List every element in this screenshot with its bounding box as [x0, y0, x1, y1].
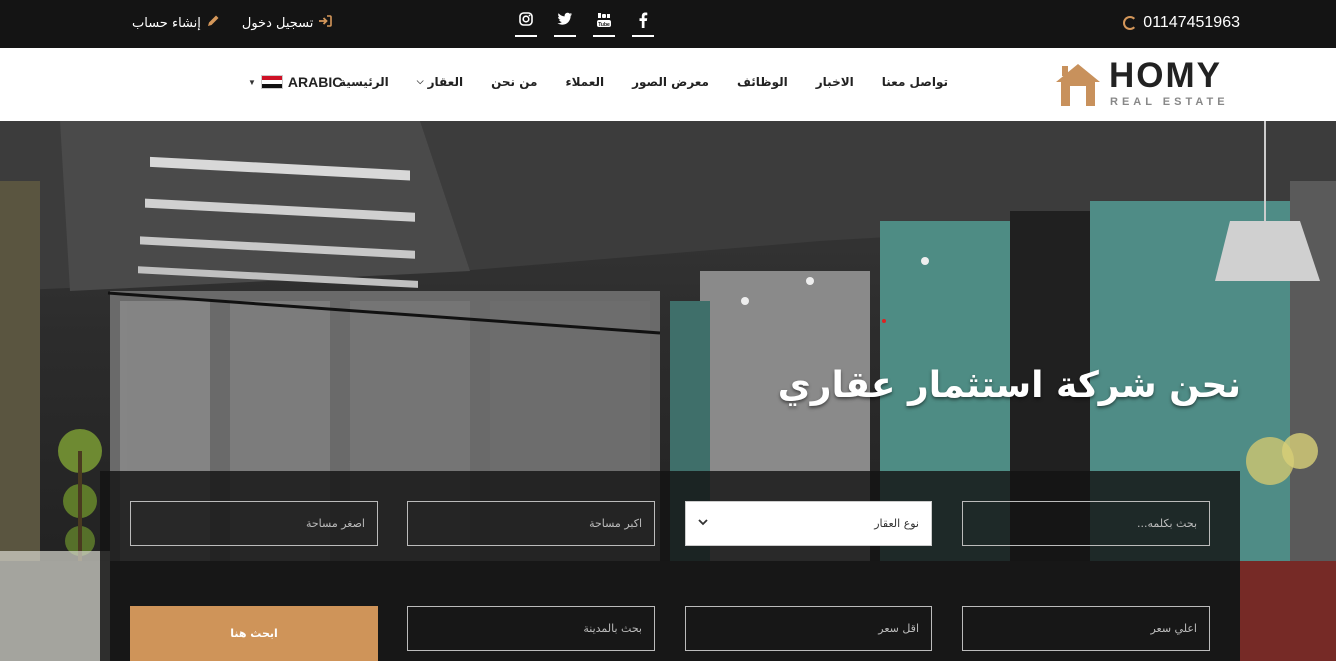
red-marker — [882, 319, 886, 323]
phone-contact[interactable]: 01147451963 — [1123, 14, 1240, 32]
nav-label: الاخبار — [815, 75, 854, 89]
hero-title: نحن شركة استثمار عقاري — [777, 365, 1241, 406]
house-logo-icon — [1056, 64, 1100, 106]
min-area-placeholder: اصغر مساحة — [305, 517, 365, 530]
egypt-flag-icon — [260, 75, 283, 89]
min-area-input[interactable]: اصغر مساحة — [130, 501, 378, 546]
language-selector[interactable]: ▼ ARABIC — [248, 74, 342, 90]
search-submit-button[interactable]: ابحث هنا — [130, 606, 378, 661]
nav-item-jobs[interactable]: الوظائف — [737, 75, 788, 89]
property-type-value: نوع العقار — [874, 517, 919, 530]
search-submit-label: ابحث هنا — [230, 627, 278, 640]
register-link[interactable]: إنشاء حساب — [132, 14, 220, 32]
city-search-input[interactable]: بحث بالمدينة — [407, 606, 655, 651]
caret-down-icon: ▼ — [248, 77, 256, 87]
main-navbar: HOMY REAL ESTATE الرئيسية العقار ⌵ من نحن… — [0, 48, 1336, 121]
logo-subtitle: REAL ESTATE — [1110, 96, 1229, 108]
auth-links: تسجيل دخول إنشاء حساب — [132, 14, 333, 32]
youtube-icon[interactable]: Tube — [593, 10, 615, 37]
nav-label: العقار — [427, 75, 464, 89]
site-logo[interactable]: HOMY REAL ESTATE — [1054, 56, 1244, 114]
nav-item-home[interactable]: الرئيسية — [339, 75, 389, 89]
phone-icon — [1123, 16, 1138, 30]
logo-title: HOMY — [1109, 56, 1222, 95]
hero-section: نحن شركة استثمار عقاري اصغر مساحة اكبر م… — [0, 121, 1336, 661]
nav-label: من نحن — [491, 75, 538, 89]
nav-item-property[interactable]: العقار ⌵ — [417, 75, 463, 89]
max-area-input[interactable]: اكبر مساحة — [407, 501, 655, 546]
sign-in-icon — [318, 15, 333, 31]
nav-label: العملاء — [565, 75, 605, 89]
pencil-icon — [206, 14, 220, 32]
facebook-icon[interactable] — [632, 10, 654, 37]
svg-text:Tube: Tube — [598, 22, 610, 28]
register-label: إنشاء حساب — [132, 15, 201, 31]
chevron-down-icon: ⌵ — [416, 77, 424, 87]
nav-item-gallery[interactable]: معرض الصور — [632, 75, 709, 89]
nav-label: الرئيسية — [338, 75, 389, 89]
nav-item-contact[interactable]: تواصل معنا — [882, 75, 948, 89]
top-bar: 01147451963 Tube تسجيل دخول إنشاء حساب — [0, 0, 1336, 48]
min-price-placeholder: اقل سعر — [878, 622, 919, 635]
min-price-input[interactable]: اقل سعر — [685, 606, 932, 651]
nav-label: الوظائف — [737, 75, 788, 89]
keyword-placeholder: بحث بكلمه... — [1137, 517, 1197, 530]
login-label: تسجيل دخول — [241, 15, 314, 31]
chevron-down-icon — [698, 518, 708, 529]
max-price-placeholder: اعلي سعر — [1150, 622, 1197, 635]
nav-item-about[interactable]: من نحن — [491, 75, 537, 89]
instagram-icon[interactable] — [515, 10, 537, 37]
property-type-select[interactable]: نوع العقار — [685, 501, 932, 546]
max-area-placeholder: اكبر مساحة — [589, 517, 642, 530]
twitter-icon[interactable] — [554, 10, 576, 37]
social-links: Tube — [515, 10, 654, 37]
language-label: ARABIC — [287, 74, 343, 90]
nav-item-clients[interactable]: العملاء — [565, 75, 604, 89]
max-price-input[interactable]: اعلي سعر — [962, 606, 1210, 651]
nav-item-news[interactable]: الاخبار — [816, 75, 854, 89]
nav-menu: الرئيسية العقار ⌵ من نحن العملاء معرض الص… — [339, 75, 948, 89]
nav-label: تواصل معنا — [881, 75, 948, 89]
phone-number: 01147451963 — [1143, 14, 1240, 31]
keyword-search-input[interactable]: بحث بكلمه... — [962, 501, 1210, 546]
nav-label: معرض الصور — [632, 75, 709, 89]
search-panel: اصغر مساحة اكبر مساحة نوع العقار بحث بكل… — [100, 471, 1240, 661]
city-placeholder: بحث بالمدينة — [583, 622, 642, 635]
login-link[interactable]: تسجيل دخول — [242, 14, 333, 32]
